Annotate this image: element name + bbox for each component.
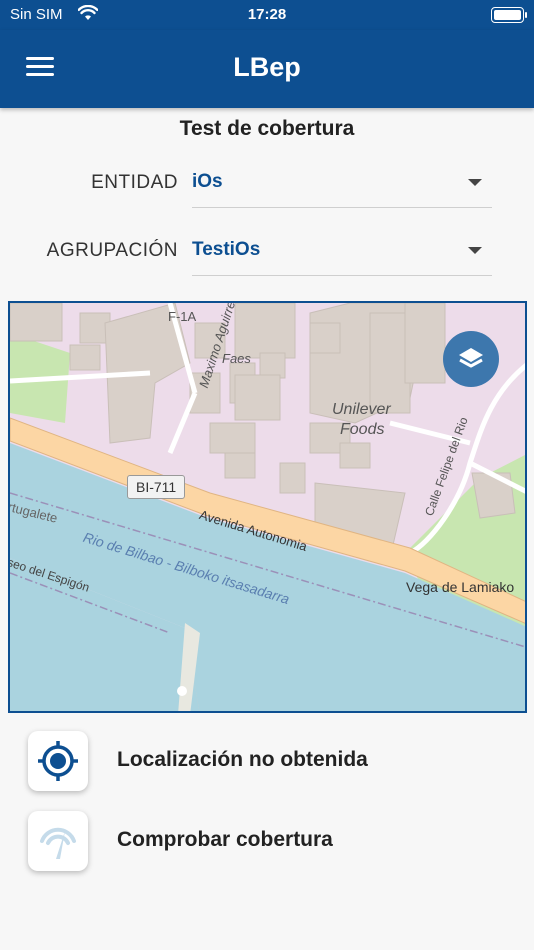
agrupacion-value: TestiOs [192,239,261,260]
map-label: Unilever [332,401,391,418]
entidad-select[interactable]: iOs [192,158,492,208]
entidad-label: ENTIDAD [91,172,178,193]
app-title: LBep [233,52,301,82]
road-shield: BI-711 [127,475,186,499]
layers-button[interactable] [443,331,499,387]
map-label: Faes [222,351,251,366]
map-label: F-1A [168,309,197,324]
map-label: Vega de Lamiako [406,579,515,595]
check-coverage-button[interactable] [28,811,88,871]
map-label: Foods [340,421,385,438]
agrupacion-label: AGRUPACIÓN [46,240,178,261]
clock: 17:28 [247,6,287,23]
location-button[interactable] [28,731,88,791]
battery-icon [491,7,527,23]
layers-icon [459,348,483,368]
status-bar: Sin SIM 17:28 [0,0,534,30]
signal-gauge-icon [40,827,76,859]
chevron-down-icon [468,179,482,186]
location-status-label: Localización no obtenida [117,748,368,771]
app-bar: LBep [0,30,534,108]
check-coverage-action[interactable]: Comprobar cobertura [28,811,508,871]
coverage-map[interactable]: F-1A Maximo Aguirre Faes Unilever Foods … [8,301,527,713]
chevron-down-icon [468,247,482,254]
agrupacion-row: AGRUPACIÓN TestiOs [0,226,534,276]
page-title: Test de cobertura [179,117,355,140]
agrupacion-select[interactable]: TestiOs [192,226,492,276]
entidad-row: ENTIDAD iOs [0,158,534,208]
entidad-value: iOs [192,171,223,192]
check-coverage-label: Comprobar cobertura [117,828,333,851]
crosshair-location-icon [38,741,78,781]
location-status-action[interactable]: Localización no obtenida [28,731,508,791]
